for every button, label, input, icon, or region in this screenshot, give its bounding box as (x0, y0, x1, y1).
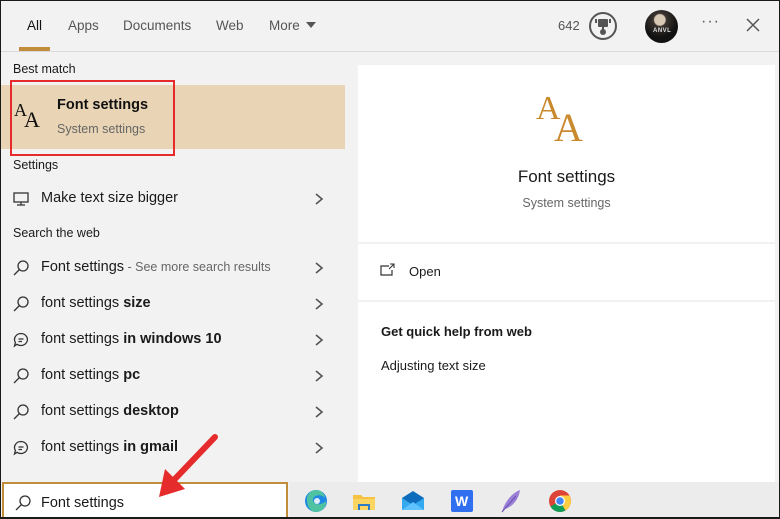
web-result-text: font settings (41, 331, 124, 347)
monitor-icon (13, 192, 29, 206)
chevron-right-icon (315, 298, 324, 310)
preview-title: Font settings (517, 167, 616, 186)
web-result-item[interactable]: Font settings - See more search results (1, 250, 345, 286)
settings-heading: Settings (13, 158, 59, 172)
chat-icon (13, 440, 29, 456)
web-result-item[interactable]: font settings desktop (1, 394, 345, 430)
open-label: Open (409, 264, 441, 279)
search-icon (13, 404, 29, 420)
web-result-text: Font settings (41, 259, 125, 275)
file-explorer-icon[interactable] (351, 488, 377, 514)
web-result-bold: in windows 10 (123, 331, 222, 347)
caret-down-icon (305, 22, 316, 28)
web-result-text: font settings (41, 367, 124, 383)
settings-item-make-text-bigger[interactable]: Make text size bigger (1, 181, 345, 217)
open-external-icon (380, 263, 395, 276)
search-icon (13, 368, 29, 384)
ellipsis-icon[interactable]: ··· (701, 13, 720, 31)
chrome-icon[interactable] (547, 488, 573, 514)
tab-apps[interactable]: Apps (68, 1, 99, 51)
tab-all-label: All (27, 18, 43, 33)
help-link-adjusting-text-size[interactable]: Adjusting text size (381, 358, 486, 373)
mail-icon[interactable] (400, 488, 426, 514)
annotation-arrow (159, 434, 218, 497)
web-result-label: Font settings - See more search results (41, 259, 271, 275)
web-result-label: font settings desktop (41, 403, 179, 419)
settings-item-label: Make text size bigger (41, 190, 179, 206)
taskbar-search-box[interactable] (2, 482, 288, 517)
search-icon (15, 495, 31, 511)
quick-help-section: Get quick help from web Adjusting text s… (358, 302, 775, 482)
search-icon (13, 260, 29, 276)
web-result-label: font settings in windows 10 (41, 331, 222, 347)
web-result-item[interactable]: font settings size (1, 286, 345, 322)
open-button[interactable]: Open (358, 244, 775, 300)
svg-text:W: W (455, 493, 469, 509)
chevron-right-icon (315, 370, 324, 382)
web-result-text: font settings (41, 403, 124, 419)
search-window: All Apps Documents Web More 642 ANVL ···… (0, 0, 780, 519)
tab-documents[interactable]: Documents (123, 1, 191, 51)
tab-documents-label: Documents (123, 18, 192, 33)
taskbar: W (290, 482, 779, 517)
best-match-heading: Best match (13, 62, 76, 76)
trophy-icon[interactable] (588, 11, 618, 41)
word-icon[interactable]: W (449, 488, 475, 514)
tab-web[interactable]: Web (216, 1, 244, 51)
tab-all[interactable]: All (18, 1, 51, 51)
avatar-shirt-print: ANVL (653, 28, 672, 34)
tab-web-label: Web (216, 18, 244, 33)
chevron-right-icon (315, 193, 324, 205)
web-result-text: font settings (41, 439, 124, 455)
chevron-right-icon (315, 406, 324, 418)
web-result-bold: pc (123, 367, 141, 383)
chat-icon (13, 332, 29, 348)
web-result-bold: size (123, 295, 151, 311)
tab-more-label: More (269, 18, 300, 33)
feather-app-icon[interactable] (498, 488, 524, 514)
search-icon (13, 296, 29, 312)
preview-subtitle: System settings (522, 196, 611, 210)
web-result-label: font settings size (41, 295, 151, 311)
web-result-item[interactable]: font settings pc (1, 358, 345, 394)
close-icon[interactable] (745, 17, 761, 33)
font-aa-icon: A A (536, 90, 583, 145)
chevron-right-icon (315, 262, 324, 274)
web-result-item[interactable]: font settings in windows 10 (1, 322, 345, 358)
edge-icon[interactable] (303, 488, 329, 514)
web-result-suffix: - See more search results (124, 260, 271, 274)
quick-help-heading: Get quick help from web (381, 324, 532, 339)
search-web-heading: Search the web (13, 226, 100, 240)
web-result-label: font settings pc (41, 367, 140, 383)
search-header: All Apps Documents Web More 642 ANVL ··· (1, 1, 779, 52)
annotation-highlight-box (10, 80, 175, 156)
chevron-right-icon (315, 442, 324, 454)
web-result-bold: desktop (123, 403, 179, 419)
avatar[interactable]: ANVL (645, 10, 678, 43)
reward-points: 642 (558, 18, 580, 33)
tab-more[interactable]: More (269, 1, 316, 51)
svg-text:A: A (554, 105, 583, 145)
web-result-text: font settings (41, 295, 124, 311)
chevron-right-icon (315, 334, 324, 346)
tab-apps-label: Apps (68, 18, 99, 33)
